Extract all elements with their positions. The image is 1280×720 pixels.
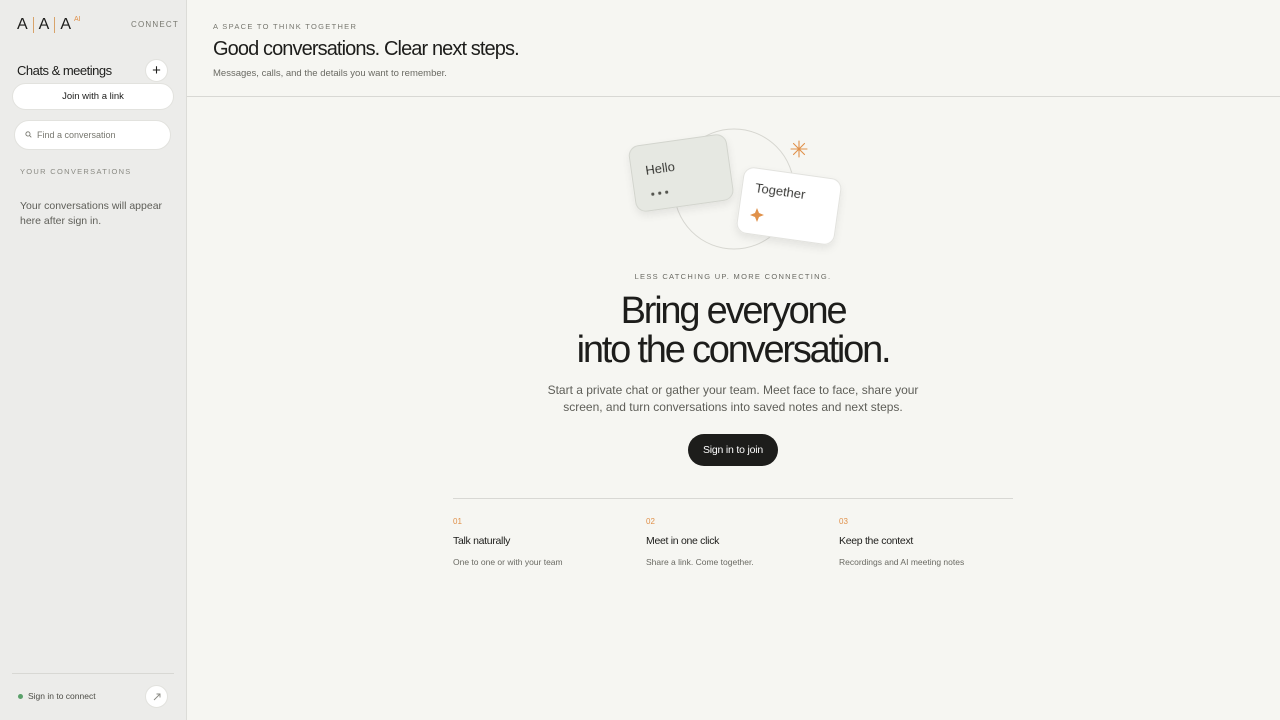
empty-conversations-note: Your conversations will appear here afte… [20,200,163,227]
sign-in-to-join-button[interactable]: Sign in to join [688,434,778,466]
feature-number: 03 [839,517,848,526]
hero-description: Start a private chat or gather your team… [547,383,919,414]
hero-title-line: Bring everyone [620,290,848,332]
page-title: Good conversations. Clear next steps. [213,38,520,60]
feature-number: 01 [453,517,462,526]
expand-arrow-icon [153,693,160,700]
asterisk-icon [790,140,808,158]
together-card: Together [736,167,842,245]
feature-item: 01 Talk naturally One to one or with you… [453,517,633,567]
hero-tagline: LESS CATCHING UP. MORE CONNECTING. [634,272,832,281]
page-header: A SPACE TO THINK TOGETHER Good conversat… [187,0,1280,97]
feature-description: One to one or with your team [453,557,563,567]
logo-separator [54,17,56,33]
app-logo[interactable]: A A A AI [17,15,81,35]
page-subtitle: Messages, calls, and the details you wan… [213,68,447,79]
hero-title-line: into the conversation. [576,329,892,371]
status-label: Sign in to connect [28,691,96,701]
feature-description: Share a link. Come together. [646,557,754,567]
expand-button[interactable] [145,685,168,708]
feature-number: 02 [646,517,655,526]
add-conversation-button[interactable]: + [145,59,168,82]
logo-separator [32,17,34,33]
search-input[interactable] [37,130,157,140]
feature-title: Keep the context [839,535,914,547]
features-divider [453,498,1013,499]
plus-icon: + [152,62,161,79]
feature-title: Meet in one click [646,535,720,547]
your-conversations-label: YOUR CONVERSATIONS [20,167,132,176]
sidebar: A A A AI CONNECT Chats & meetings + Join… [0,0,187,720]
connect-link[interactable]: CONNECT [131,20,179,29]
logo-letter: A [60,16,72,33]
logo-letter: A [38,16,50,33]
header-eyebrow: A SPACE TO THINK TOGETHER [213,22,358,31]
hero-title: Bring everyone into the conversation. [520,292,946,370]
feature-item: 03 Keep the context Recordings and AI me… [839,517,1019,567]
status-dot-icon [18,693,23,699]
chats-meetings-title: Chats & meetings [17,63,112,78]
feature-title: Talk naturally [453,535,511,547]
logo-letter: A [17,16,28,33]
connection-status: Sign in to connect [18,691,96,701]
sidebar-divider [12,673,174,674]
feature-description: Recordings and AI meeting notes [839,557,965,567]
search-icon [25,130,35,140]
logo-ai-badge: AI [74,16,81,23]
join-with-link-button[interactable]: Join with a link [12,83,174,110]
hero-illustration: Hello Together [628,128,842,250]
hello-card: Hello [628,134,734,212]
search-box[interactable] [14,120,171,150]
feature-item: 02 Meet in one click Share a link. Come … [646,517,826,567]
